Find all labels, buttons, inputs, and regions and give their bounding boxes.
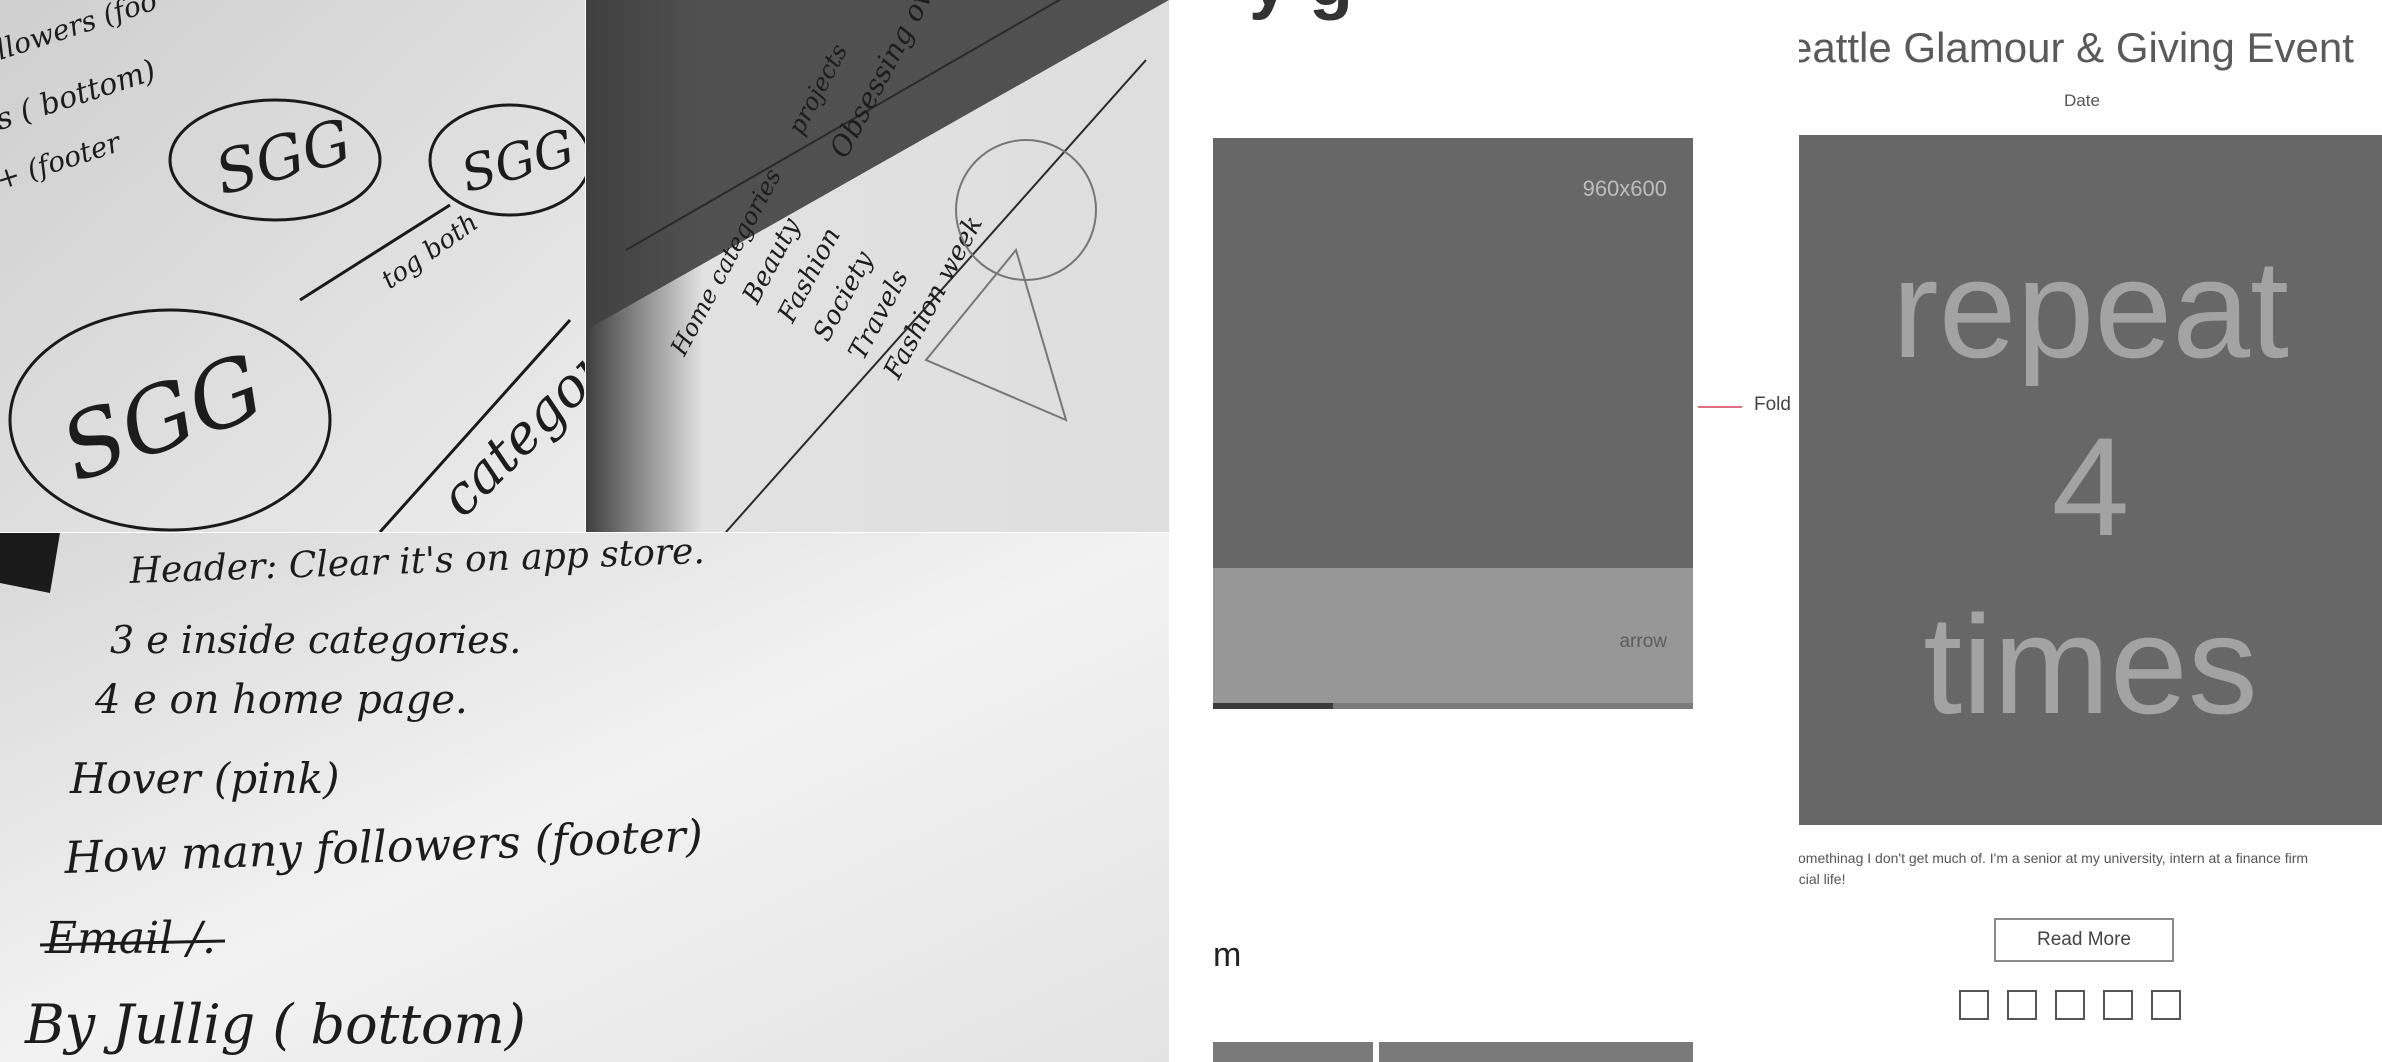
social-icon-3[interactable] bbox=[2055, 990, 2085, 1020]
note-line-3: 4 e on home page. bbox=[94, 677, 468, 723]
note-line-2: 3 e inside categories. bbox=[110, 618, 521, 662]
partial-section-text: m bbox=[1213, 936, 1242, 974]
repeat-line-1: repeat bbox=[1892, 230, 2289, 387]
event-description-line-1: somethinag I don't get much of. I'm a se… bbox=[1799, 850, 2309, 866]
sketch-photo-logo: SGG SGG SGG tog both llowers (foo s ( bo… bbox=[0, 0, 585, 532]
social-icon-2[interactable] bbox=[2007, 990, 2037, 1020]
read-more-button[interactable]: Read More bbox=[1994, 918, 2174, 962]
note-line-4: Hover (pink) bbox=[69, 754, 340, 803]
fold-label: Fold bbox=[1754, 394, 1791, 415]
slider-progress bbox=[1213, 703, 1333, 709]
repeat-line-2: 4 bbox=[2051, 407, 2130, 565]
repeat-line-3: times bbox=[1923, 585, 2258, 743]
bottom-tile-right bbox=[1379, 1042, 1693, 1062]
sketch-photo-notes: Header: Clear it's on app store. 3 e ins… bbox=[0, 533, 1169, 1062]
hero-image-placeholder: 960x600 arrow bbox=[1213, 138, 1693, 709]
event-image-placeholder: repeat 4 times bbox=[1799, 135, 2382, 825]
homepage-wireframe: y g 960x600 arrow Fold m bbox=[1169, 0, 1799, 1062]
note-line-6: Email /. bbox=[44, 913, 216, 964]
note-line-7: By Jullig ( bottom) bbox=[24, 993, 526, 1056]
repeat-annotation: repeat 4 times bbox=[1799, 220, 2382, 753]
social-icon-5[interactable] bbox=[2151, 990, 2181, 1020]
hero-size-label: 960x600 bbox=[1582, 176, 1667, 201]
bottom-tile-left bbox=[1213, 1042, 1373, 1062]
social-icon-1[interactable] bbox=[1959, 990, 1989, 1020]
hero-caption-strip: arrow bbox=[1213, 568, 1693, 703]
event-description-line-2: ocial life! bbox=[1799, 871, 1846, 887]
partial-heading: y g bbox=[1249, 0, 1353, 22]
sketch-photo-nav: Home categories projects Beauty Fashion … bbox=[586, 0, 1169, 532]
event-date-label: Date bbox=[2064, 91, 2100, 110]
fold-marker-line bbox=[1698, 406, 1742, 408]
arrow-label: arrow bbox=[1619, 631, 1667, 652]
social-icons-row bbox=[1959, 990, 2181, 1020]
event-page-wireframe: eattle Glamour & Giving Event Date repea… bbox=[1799, 0, 2382, 1062]
event-title: eattle Glamour & Giving Event bbox=[1799, 24, 2354, 71]
social-icon-4[interactable] bbox=[2103, 990, 2133, 1020]
